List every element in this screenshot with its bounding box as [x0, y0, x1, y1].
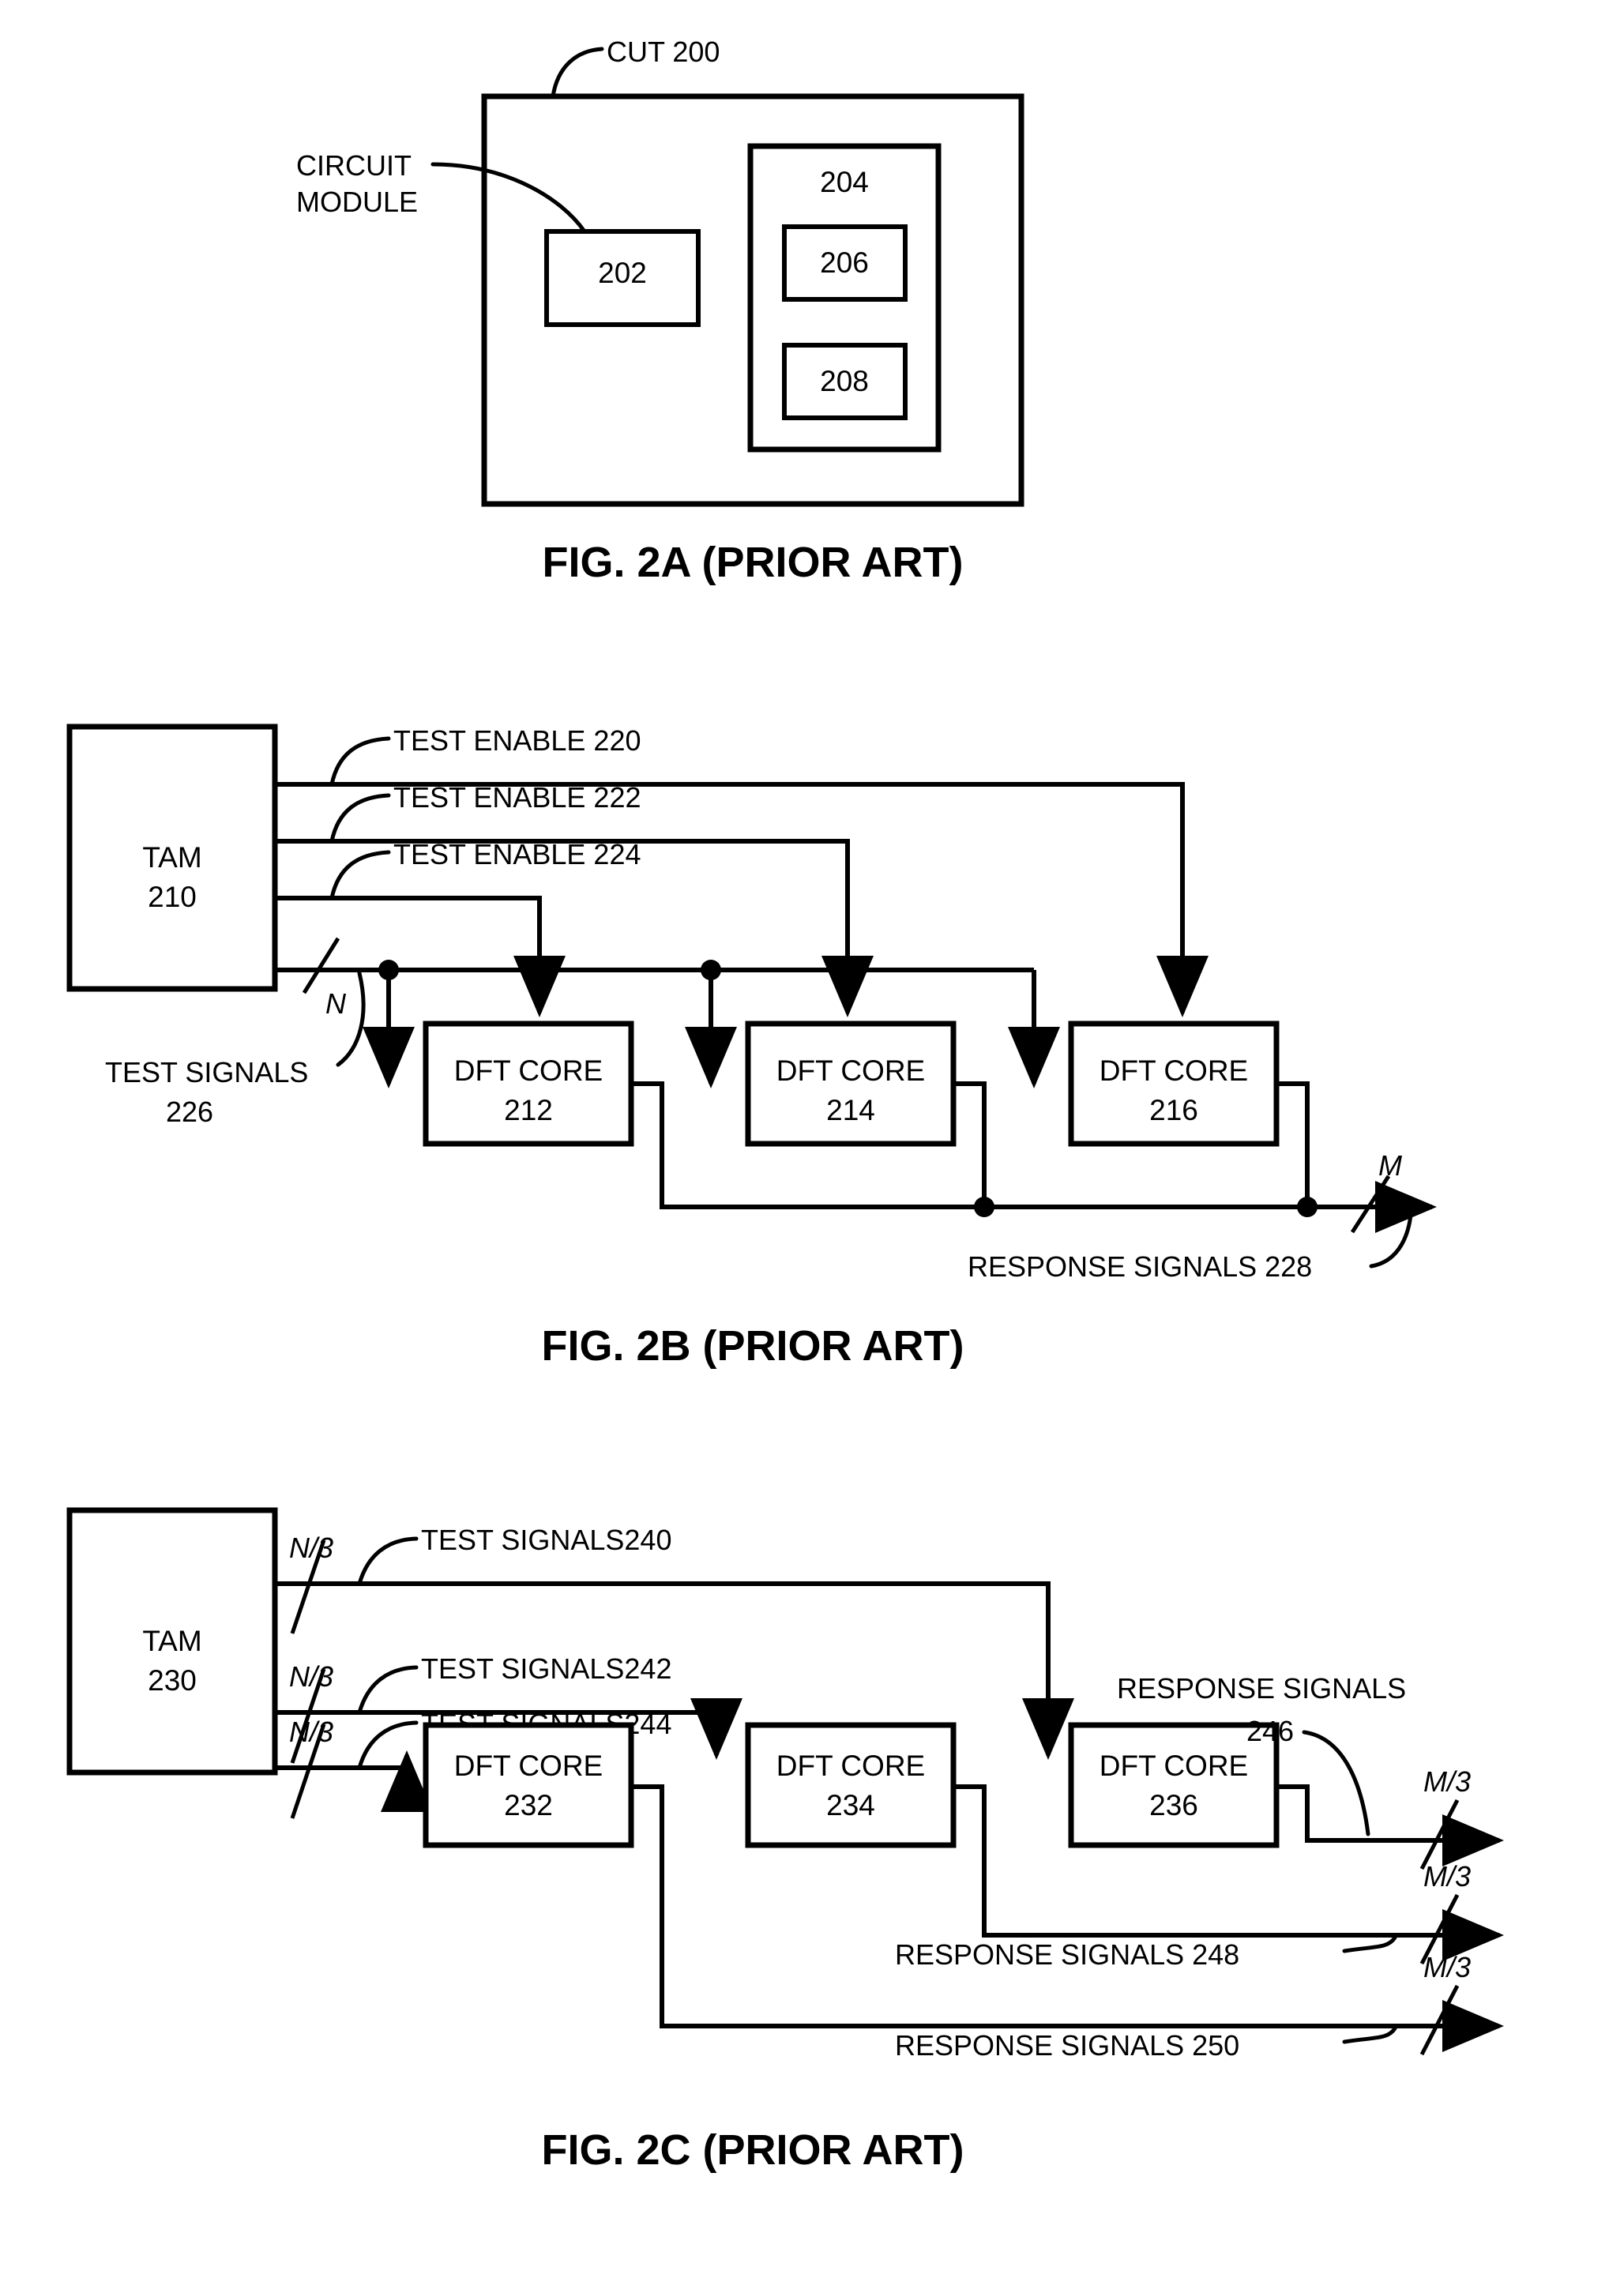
dft-core-234-label-line1: DFT CORE	[776, 1750, 925, 1782]
tam-230-label-line1: TAM	[142, 1625, 201, 1657]
output-width-248-label: M/3	[1423, 1860, 1471, 1893]
figure-2c-caption: FIG. 2C (PRIOR ART)	[542, 2126, 964, 2174]
figure-2c: TAM 230 N/3 TEST SIGNALS240 N/3 TEST SIG…	[66, 1507, 1504, 2174]
response-248-label: RESPONSE SIGNALS 248	[895, 1938, 1239, 1971]
response-250-leader	[1342, 2026, 1397, 2044]
response-246-label-line2: 246	[1246, 1715, 1294, 1747]
test-signals-242-label: TEST SIGNALS242	[421, 1652, 671, 1685]
dft-core-234-box	[745, 1722, 957, 1848]
output-width-slash-246	[1419, 1799, 1460, 1870]
patent-drawing-sheet: CUT 200 CIRCUIT MODULE 202 204 206 208 F…	[0, 0, 1624, 2293]
figure-2c-group: TAM 230 N/3 TEST SIGNALS240 N/3 TEST SIG…	[66, 1507, 1504, 2174]
input-width-244-label: N/3	[289, 1716, 333, 1748]
response-250-label: RESPONSE SIGNALS 250	[895, 2029, 1239, 2062]
output-width-slash-250	[1419, 1984, 1460, 2056]
dft-core-232-label-line2: 232	[504, 1789, 553, 1821]
response-248-leader	[1342, 1935, 1397, 1953]
test-signals-240-label: TEST SIGNALS240	[421, 1524, 671, 1556]
dft-core-234-label-line2: 234	[826, 1789, 875, 1821]
dft-core-232-box	[423, 1722, 634, 1848]
response-246-leader	[1302, 1730, 1370, 1836]
input-width-240-label: N/3	[289, 1532, 333, 1564]
dft-core-236-label-line1: DFT CORE	[1100, 1750, 1248, 1782]
output-width-246-label: M/3	[1423, 1765, 1471, 1798]
tam-230-label-line2: 230	[148, 1664, 197, 1697]
response-246-label-line1: RESPONSE SIGNALS	[1117, 1672, 1406, 1705]
input-width-242-label: N/3	[289, 1660, 333, 1693]
dft-core-236-label-line2: 236	[1149, 1789, 1198, 1821]
dft-core-232-label-line1: DFT CORE	[454, 1750, 603, 1782]
test-signals-242-leader	[357, 1665, 419, 1715]
output-width-250-label: M/3	[1423, 1951, 1471, 1983]
test-signals-240-leader	[357, 1536, 419, 1586]
